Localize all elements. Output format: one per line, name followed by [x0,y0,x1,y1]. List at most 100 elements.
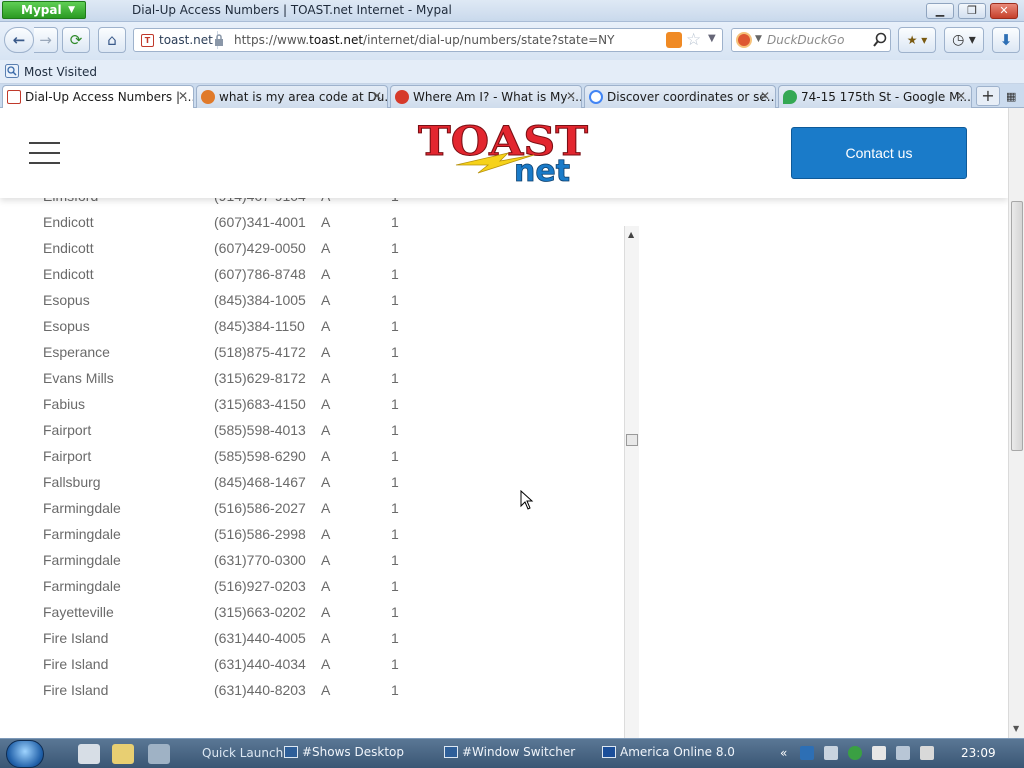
bookmark-star-icon[interactable]: ☆ [686,30,701,50]
start-button[interactable] [6,740,44,768]
site-identity-button[interactable]: T toast.net [137,31,218,49]
task-shows-desktop[interactable]: #Shows Desktop [284,745,404,759]
tab-list-icon[interactable]: ▦ [1006,90,1016,103]
phone-number-cell: (631)440-8203 [214,682,306,698]
page-scrollbar-thumb[interactable] [1011,201,1023,451]
page-scrollbar[interactable]: ▼ [1008,108,1024,738]
network-taskbar-icon[interactable] [148,744,170,764]
list-scrollbar-thumb[interactable] [626,434,638,446]
close-tab-icon[interactable]: ✕ [760,89,770,103]
history-button[interactable]: ◷ ▾ [944,27,984,53]
list-scrollbar[interactable]: ▲ [624,226,639,738]
new-tab-button[interactable]: + [976,86,1000,106]
bookmarks-menu-button[interactable]: ★ ▾ [898,27,936,53]
url-dropdown-icon[interactable]: ▼ [708,33,716,44]
phone-number-cell: (607)429-0050 [214,240,306,256]
search-icon[interactable] [872,31,888,49]
search-bar[interactable]: ▼ DuckDuckGo [731,28,891,52]
access-type-cell: A [321,422,331,438]
most-visited-bookmark[interactable]: Most Visited [24,65,97,79]
tab-discover-coordinates[interactable]: Discover coordinates or se... ✕ [584,85,776,108]
quick-launch-label[interactable]: Quick Launch [202,746,283,760]
keyboard-icon[interactable] [824,746,838,760]
city-cell: Endicott [43,214,94,230]
access-type-cell: A [321,474,331,490]
duckduckgo-icon[interactable] [736,32,752,48]
url-text[interactable]: https://www.toast.net/internet/dial-up/n… [234,33,614,47]
taskbar-clock[interactable]: 23:09 [961,746,996,760]
level-cell: 1 [391,682,399,698]
language-icon[interactable] [800,746,814,760]
tab-google-maps[interactable]: 74-15 175th St - Google M... ✕ [778,85,972,108]
app-menu-button[interactable]: Mypal ▼ [2,1,86,19]
city-cell: Fairport [43,422,92,438]
address-bar[interactable]: T toast.net https://www.toast.net/intern… [133,28,723,52]
rss-icon[interactable] [666,32,682,48]
level-cell: 1 [391,474,399,490]
forward-button[interactable]: → [34,27,58,53]
duckduckgo-favicon-icon [201,90,215,104]
phone-number-cell: (516)927-0203 [214,578,306,594]
toast-net-logo[interactable]: TOAST net [416,121,592,185]
access-type-cell: A [321,396,331,412]
number-row: Elmsford (914)407-9104 A 1 [0,198,620,214]
tab-where-am-i[interactable]: Where Am I? - What is My ... ✕ [390,85,582,108]
close-tab-icon[interactable]: ✕ [372,89,382,103]
tab-dial-up-access-numbers[interactable]: Dial-Up Access Numbers | ... ✕ [2,85,194,109]
phone-number-cell: (845)384-1150 [214,318,305,334]
taskbar: Quick Launch #Shows Desktop #Window Swit… [0,738,1024,768]
back-button[interactable]: ← [4,27,34,53]
google-maps-favicon-icon [783,90,797,104]
search-input[interactable]: DuckDuckGo [767,33,844,47]
level-cell: 1 [391,292,399,308]
window-titlebar: Mypal ▼ Dial-Up Access Numbers | TOAST.n… [0,0,1024,22]
city-cell: Fire Island [43,656,109,672]
scroll-down-icon[interactable]: ▼ [1013,724,1019,733]
toast-favicon-icon [7,90,21,104]
phone-number-cell: (845)384-1005 [214,292,306,308]
action-center-flag-icon[interactable] [872,746,886,760]
number-row: Fire Island (631)440-8203 A 1 [0,682,620,708]
contact-us-button[interactable]: Contact us [791,127,967,179]
close-tab-icon[interactable]: ✕ [178,89,188,103]
site-header: TOAST net Contact us [0,108,1008,198]
task-america-online[interactable]: America Online 8.0 [602,745,735,759]
access-type-cell: A [321,552,331,568]
access-type-cell: A [321,240,331,256]
window-title: Dial-Up Access Numbers | TOAST.net Inter… [132,3,452,17]
downloads-button[interactable]: ⬇ [992,27,1020,53]
close-tab-icon[interactable]: ✕ [566,89,576,103]
bookmarks-bar: Most Visited [0,60,1024,84]
number-row: Farmingdale (516)927-0203 A 1 [0,578,620,604]
number-row: Farmingdale (631)770-0300 A 1 [0,552,620,578]
access-type-cell: A [321,578,331,594]
hamburger-menu-icon[interactable] [29,142,60,164]
aol-icon [602,746,616,758]
tab-area-code-duckduckgo[interactable]: what is my area code at Du... ✕ [196,85,388,108]
city-cell: Farmingdale [43,526,121,542]
maximize-button[interactable]: ❐ [958,3,986,19]
phone-number-cell: (607)786-8748 [214,266,306,282]
access-type-cell: A [321,318,331,334]
close-window-button[interactable]: ✕ [990,3,1018,19]
scroll-up-icon[interactable]: ▲ [628,230,634,239]
reload-button[interactable]: ⟳ [62,27,90,53]
access-type-cell: A [321,266,331,282]
tray-expand-icon[interactable]: « [780,746,794,760]
task-window-switcher[interactable]: #Window Switcher [444,745,575,759]
access-type-cell: A [321,682,331,698]
access-type-cell: A [321,604,331,620]
minimize-button[interactable]: ▁ [926,3,954,19]
number-row: Evans Mills (315)629-8172 A 1 [0,370,620,396]
firefox-taskbar-icon[interactable] [78,744,100,764]
app-menu-label: Mypal [21,3,62,17]
network-icon[interactable] [896,746,910,760]
close-tab-icon[interactable]: ✕ [956,89,966,103]
number-row: Fayetteville (315)663-0202 A 1 [0,604,620,630]
explorer-taskbar-icon[interactable] [112,744,134,764]
volume-muted-icon[interactable] [920,746,934,760]
city-cell: Endicott [43,266,94,282]
home-button[interactable]: ⌂ [98,27,126,53]
security-shield-icon[interactable] [848,746,862,760]
search-engine-dropdown-icon[interactable]: ▼ [755,34,762,44]
